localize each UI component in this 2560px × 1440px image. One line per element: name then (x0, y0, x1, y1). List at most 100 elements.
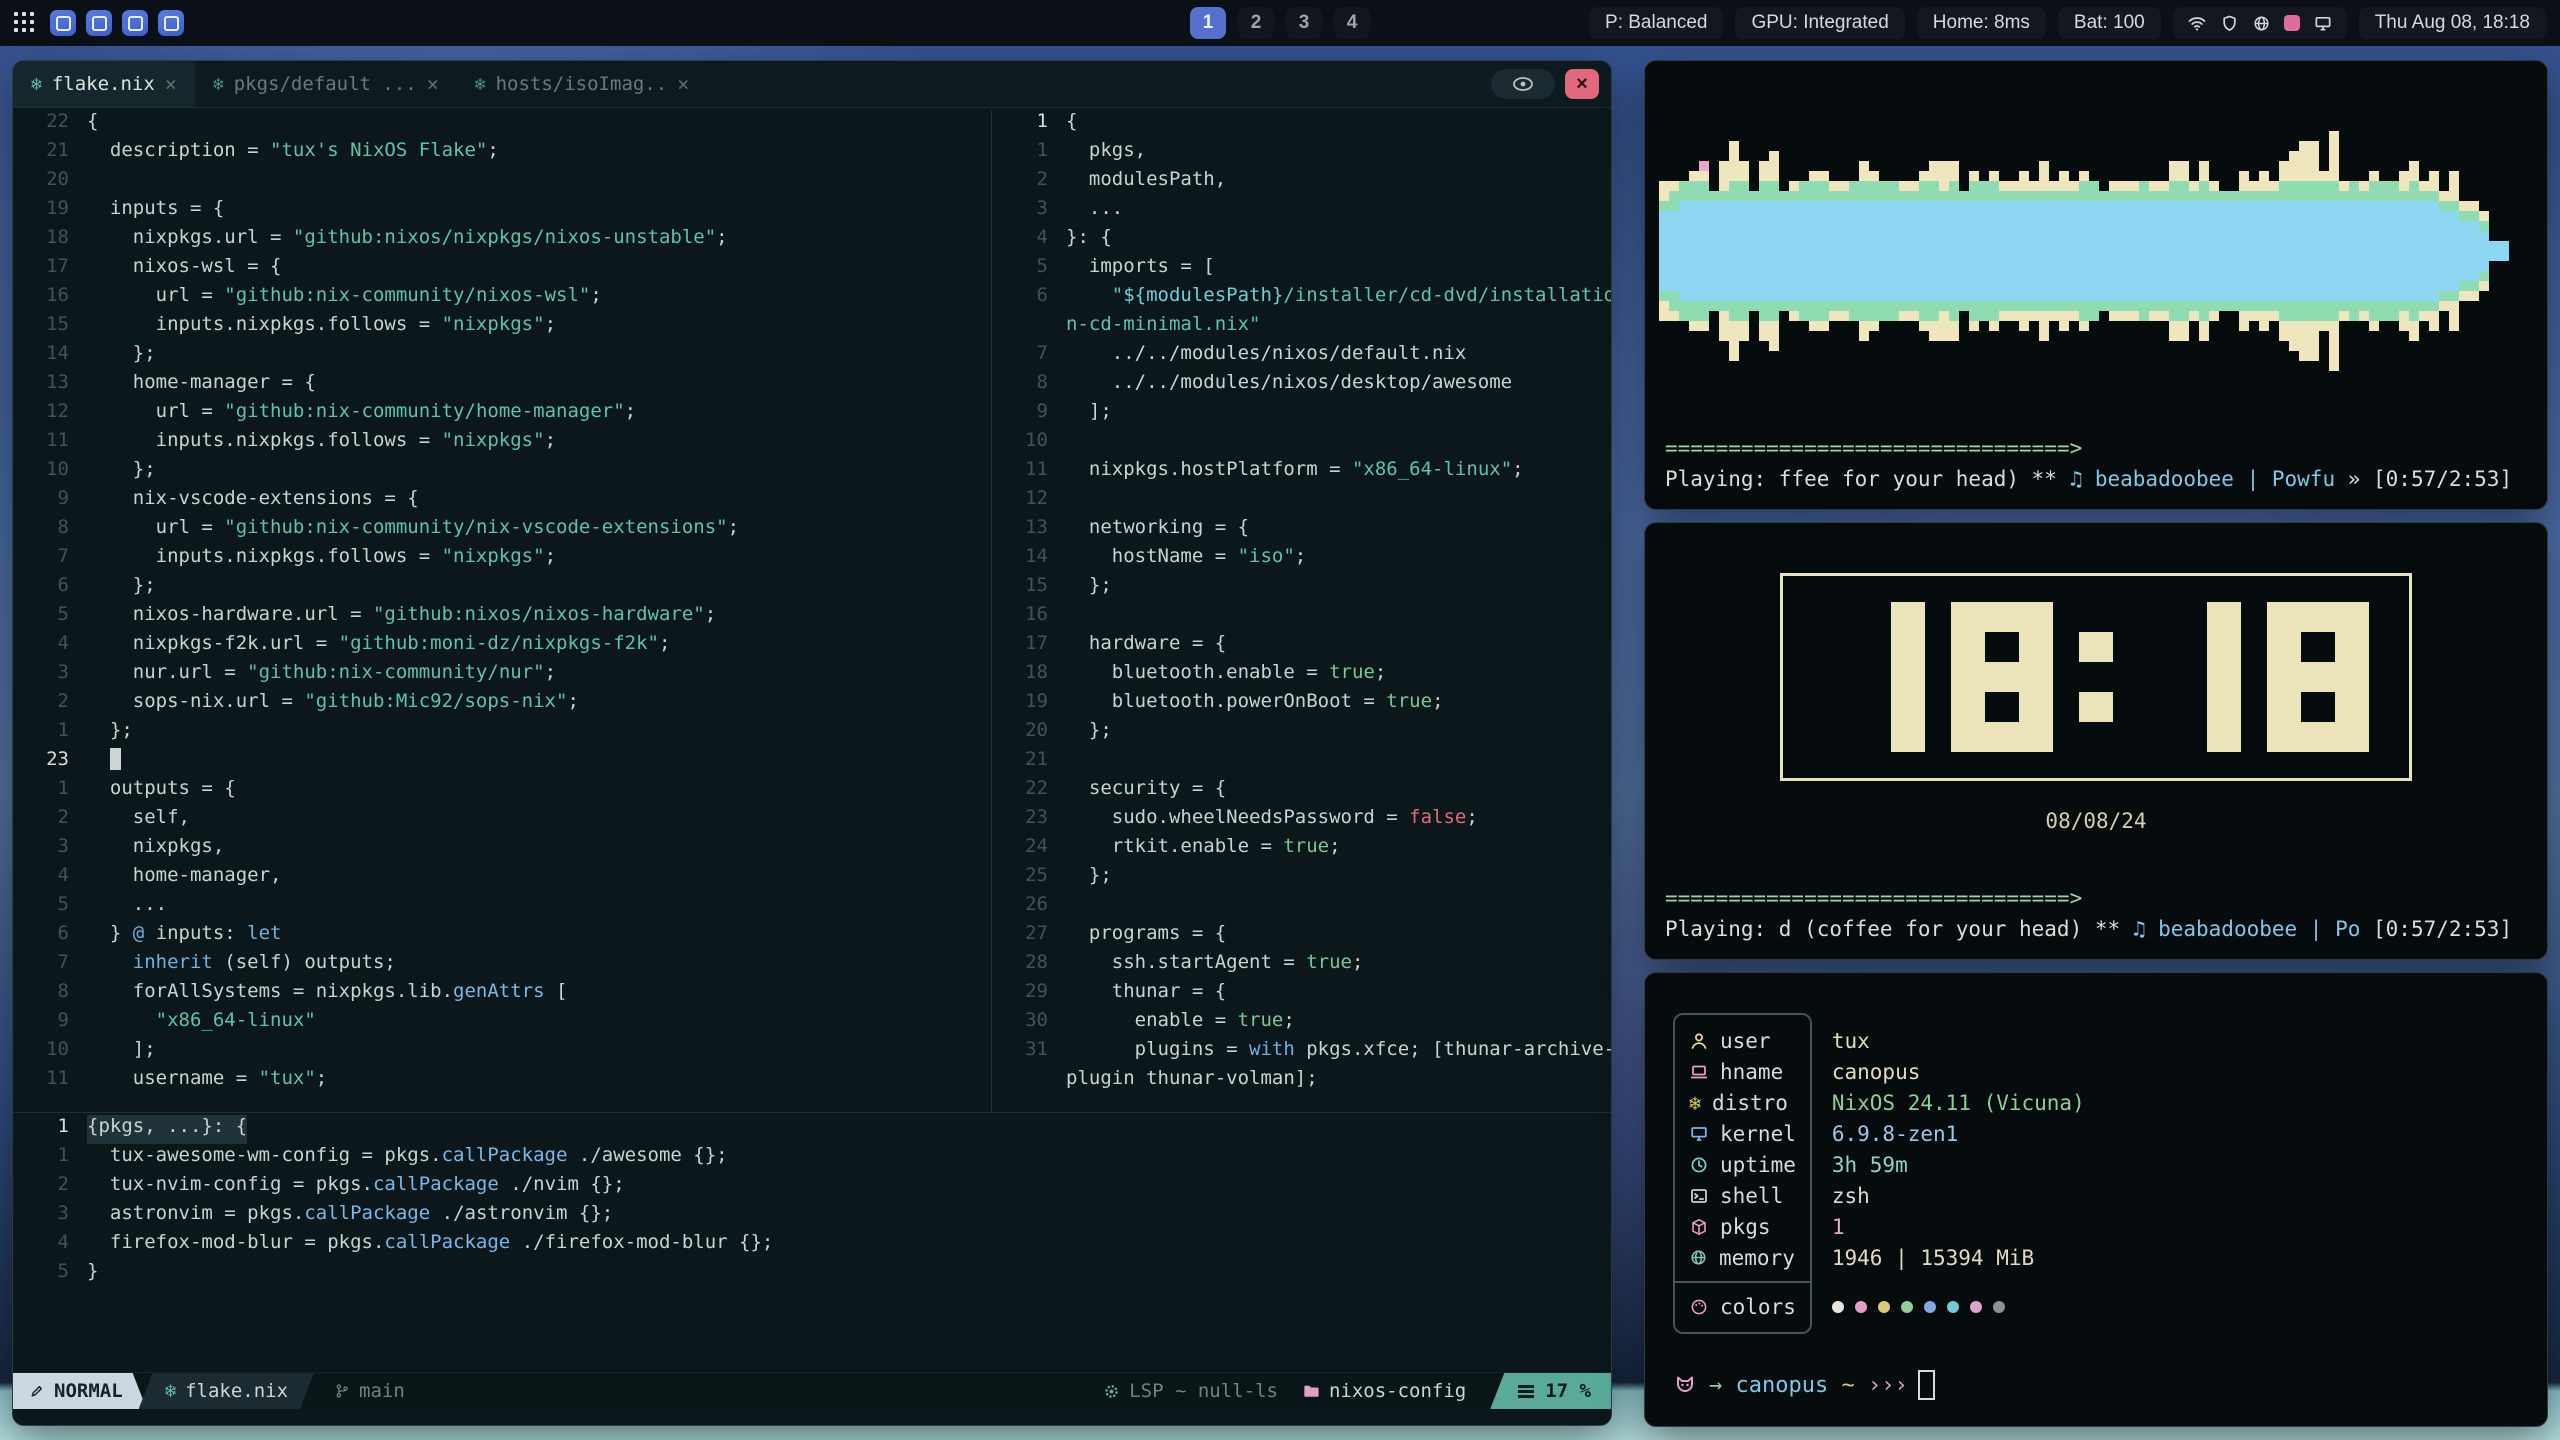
code-line[interactable]: 2 tux-nvim-config = pkgs.callPackage ./n… (13, 1173, 1611, 1202)
code-line[interactable]: 7 ../../modules/nixos/default.nix (992, 342, 1611, 371)
clock-widget[interactable]: Thu Aug 08, 18:18 (2359, 7, 2546, 39)
code-line[interactable]: 6 }; (13, 574, 991, 603)
code-line[interactable]: 9 nix-vscode-extensions = { (13, 487, 991, 516)
code-line[interactable]: 3 nur.url = "github:nix-community/nur"; (13, 661, 991, 690)
code-line[interactable]: 10 ]; (13, 1038, 991, 1067)
code-line[interactable]: 8 url = "github:nix-community/nix-vscode… (13, 516, 991, 545)
code-line[interactable]: 21 (992, 748, 1611, 777)
code-line[interactable]: 23 (13, 748, 991, 777)
workspace-tag-3[interactable]: 3 (1286, 7, 1322, 39)
toggle-pill-button[interactable] (1491, 69, 1555, 99)
git-branch-indicator[interactable]: main (334, 1380, 405, 1402)
code-line[interactable]: 20 (13, 168, 991, 197)
code-line[interactable]: 5 imports = [ (992, 255, 1611, 284)
code-line[interactable]: 1 }; (13, 719, 991, 748)
editor-window[interactable]: ❄flake.nix×❄pkgs/default ...×❄hosts/isoI… (12, 60, 1612, 1426)
code-line[interactable]: 17 nixos-wsl = { (13, 255, 991, 284)
code-line[interactable]: 4 nixpkgs-f2k.url = "github:moni-dz/nixp… (13, 632, 991, 661)
globe-icon[interactable] (2252, 14, 2271, 33)
display-icon[interactable] (2313, 14, 2333, 33)
code-line[interactable]: 4 firefox-mod-blur = pkgs.callPackage ./… (13, 1231, 1611, 1260)
code-line[interactable]: 22{ (13, 110, 991, 139)
code-line[interactable]: 1{ (992, 110, 1611, 139)
workspace-tag-1[interactable]: 1 (1190, 7, 1226, 39)
code-line[interactable]: 12 (992, 487, 1611, 516)
pinned-app-icon[interactable] (122, 10, 148, 36)
code-line[interactable]: 3 astronvim = pkgs.callPackage ./astronv… (13, 1202, 1611, 1231)
app-launcher-icon[interactable] (14, 12, 36, 34)
shield-icon[interactable] (2220, 14, 2239, 33)
fetch-window[interactable]: userhname❄distrokerneluptimeshellpkgsmem… (1644, 972, 2548, 1427)
code-line[interactable]: 14 hostName = "iso"; (992, 545, 1611, 574)
code-line[interactable]: 1 outputs = { (13, 777, 991, 806)
code-line[interactable]: 16 (992, 603, 1611, 632)
code-line[interactable]: 10 }; (13, 458, 991, 487)
code-line[interactable]: 14 }; (13, 342, 991, 371)
workspace-tag-4[interactable]: 4 (1334, 7, 1370, 39)
code-line[interactable]: 17 hardware = { (992, 632, 1611, 661)
code-line[interactable]: 16 url = "github:nix-community/nixos-wsl… (13, 284, 991, 313)
pane-iso-image[interactable]: 1{1 pkgs,2 modulesPath,3 ...4}: {5 impor… (991, 110, 1611, 1112)
clock-window[interactable]: 08/08/24 ===============================… (1644, 522, 2548, 960)
code-line[interactable]: 12 url = "github:nix-community/home-mana… (13, 400, 991, 429)
code-line[interactable]: 1{pkgs, ...}: { (13, 1115, 1611, 1144)
buffer-tab[interactable]: ❄hosts/isoImag..× (457, 61, 707, 107)
window-close-button[interactable]: × (1565, 69, 1599, 99)
code-line[interactable]: 2 sops-nix.url = "github:Mic92/sops-nix"… (13, 690, 991, 719)
code-line[interactable]: 13 networking = { (992, 516, 1611, 545)
code-line[interactable]: 9 "x86_64-linux" (13, 1009, 991, 1038)
code-line[interactable]: 27 programs = { (992, 922, 1611, 951)
code-line[interactable]: 6 } @ inputs: let (13, 922, 991, 951)
code-line[interactable]: 11 username = "tux"; (13, 1067, 991, 1096)
status-chip[interactable]: Home: 8ms (1917, 7, 2046, 39)
buffer-tab[interactable]: ❄pkgs/default ...× (195, 61, 457, 107)
code-line[interactable]: 18 nixpkgs.url = "github:nixos/nixpkgs/n… (13, 226, 991, 255)
code-line[interactable]: 18 bluetooth.enable = true; (992, 661, 1611, 690)
wifi-icon[interactable] (2187, 13, 2207, 33)
code-line[interactable]: 8 ../../modules/nixos/desktop/awesome (992, 371, 1611, 400)
code-line[interactable]: 7 inherit (self) outputs; (13, 951, 991, 980)
close-icon[interactable]: × (677, 72, 689, 96)
code-line[interactable]: 19 bluetooth.powerOnBoot = true; (992, 690, 1611, 719)
code-line[interactable]: 2 self, (13, 806, 991, 835)
pinned-app-icon[interactable] (86, 10, 112, 36)
code-line[interactable]: 20 }; (992, 719, 1611, 748)
pinned-app-icon[interactable] (50, 10, 76, 36)
code-line[interactable]: 24 rtkit.enable = true; (992, 835, 1611, 864)
code-line[interactable]: 28 ssh.startAgent = true; (992, 951, 1611, 980)
buffer-tab[interactable]: ❄flake.nix× (13, 61, 195, 107)
code-line[interactable]: 8 forAllSystems = nixpkgs.lib.genAttrs [ (13, 980, 991, 1009)
code-line[interactable]: 19 inputs = { (13, 197, 991, 226)
status-chip[interactable]: GPU: Integrated (1735, 7, 1904, 39)
close-icon[interactable]: × (165, 72, 177, 96)
close-icon[interactable]: × (427, 72, 439, 96)
code-line[interactable]: 10 (992, 429, 1611, 458)
pane-pkgs-default[interactable]: 1{pkgs, ...}: {1 tux-awesome-wm-config =… (13, 1112, 1611, 1372)
code-line[interactable]: 31 plugins = with pkgs.xfce; [thunar-arc… (992, 1038, 1611, 1067)
code-line[interactable]: 25 }; (992, 864, 1611, 893)
code-line[interactable]: 9 ]; (992, 400, 1611, 429)
color-swatch-icon[interactable] (2284, 15, 2300, 31)
workspace-tag-2[interactable]: 2 (1238, 7, 1274, 39)
pane-flake-nix[interactable]: 22{21 description = "tux's NixOS Flake";… (13, 110, 991, 1112)
code-line[interactable]: n-cd-minimal.nix" (992, 313, 1611, 342)
code-line[interactable]: 30 enable = true; (992, 1009, 1611, 1038)
code-line[interactable]: 26 (992, 893, 1611, 922)
code-line[interactable]: 15 }; (992, 574, 1611, 603)
code-line[interactable]: 23 sudo.wheelNeedsPassword = false; (992, 806, 1611, 835)
code-line[interactable]: plugin thunar-volman]; (992, 1067, 1611, 1096)
code-line[interactable]: 5} (13, 1260, 1611, 1289)
system-tray[interactable] (2173, 7, 2347, 39)
pinned-app-icon[interactable] (158, 10, 184, 36)
code-line[interactable]: 1 tux-awesome-wm-config = pkgs.callPacka… (13, 1144, 1611, 1173)
code-line[interactable]: 7 inputs.nixpkgs.follows = "nixpkgs"; (13, 545, 991, 574)
code-line[interactable]: 21 description = "tux's NixOS Flake"; (13, 139, 991, 168)
code-line[interactable]: 15 inputs.nixpkgs.follows = "nixpkgs"; (13, 313, 991, 342)
code-line[interactable]: 13 home-manager = { (13, 371, 991, 400)
status-chip[interactable]: Bat: 100 (2058, 7, 2161, 39)
shell-prompt[interactable]: → canopus ~ ››› (1673, 1370, 1935, 1400)
code-line[interactable]: 3 ... (992, 197, 1611, 226)
code-line[interactable]: 6 "${modulesPath}/installer/cd-dvd/insta… (992, 284, 1611, 313)
code-line[interactable]: 5 nixos-hardware.url = "github:nixos/nix… (13, 603, 991, 632)
code-line[interactable]: 3 nixpkgs, (13, 835, 991, 864)
